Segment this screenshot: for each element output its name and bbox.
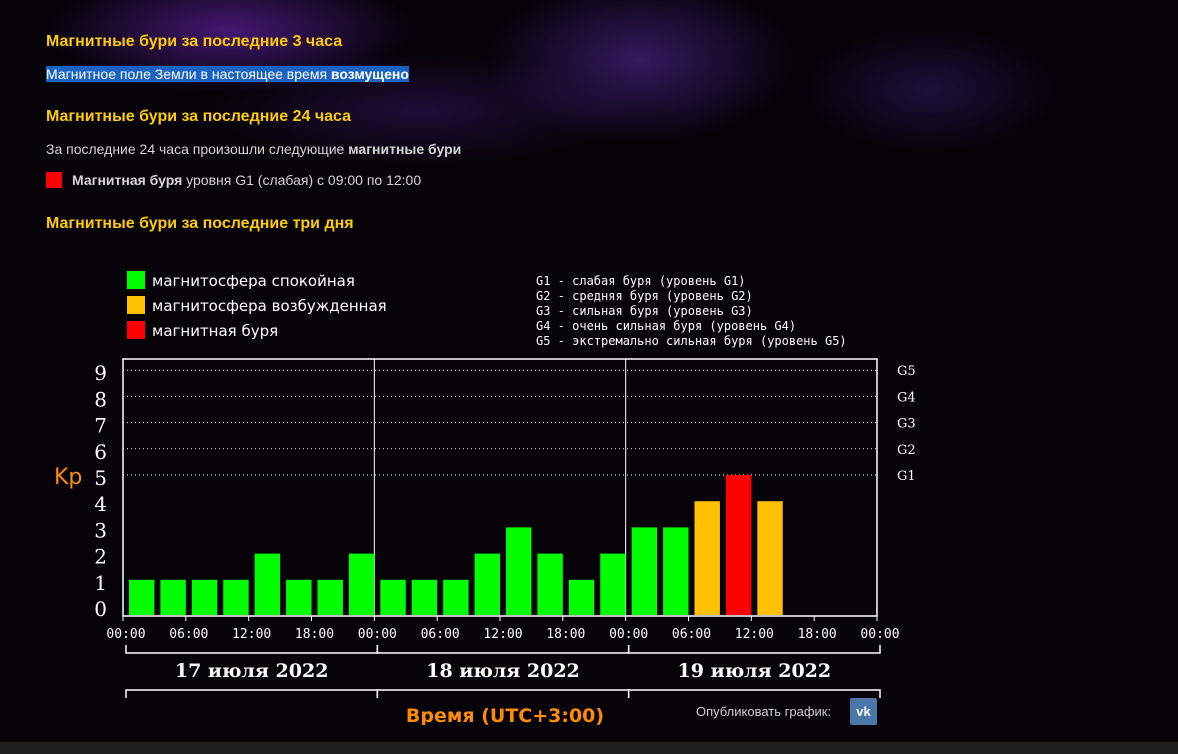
y-tick-label: 9 (94, 361, 107, 385)
kp-bar (223, 579, 249, 615)
last-24h-title: Магнитные бури за последние 24 часа (46, 108, 351, 125)
kp-chart: магнитосфера спокойная магнитосфера возбу… (54, 271, 916, 725)
y-tick-label: 6 (94, 440, 107, 464)
storm-event-bold: Магнитная буря (72, 172, 183, 188)
storm-event-text: уровня G1 (слабая) с 09:00 по 12:00 (182, 172, 422, 188)
y-tick-label: 5 (94, 466, 107, 490)
g-legend-label: G5 - экстремально сильная буря (уровень … (536, 334, 847, 348)
g-level-label: G3 (897, 417, 916, 432)
x-tick-label: 00:00 (860, 627, 899, 642)
kp-bar (600, 553, 626, 615)
kp-bar (348, 553, 375, 615)
g-legend-label: G2 - средняя буря (уровень G2) (536, 289, 753, 303)
x-tick-label: 12:00 (735, 627, 774, 642)
y-axis-label: Kp (54, 465, 82, 490)
kp-bar (380, 579, 406, 615)
y-tick-label: 4 (94, 492, 107, 516)
y-tick-label: 2 (94, 545, 107, 569)
kp-bar (474, 553, 500, 615)
g-legend-label: G3 - сильная буря (уровень G3) (536, 304, 753, 318)
legend-swatch (127, 296, 145, 314)
kp-bar (191, 579, 218, 615)
y-tick-label: 7 (94, 414, 107, 438)
kp-bar (757, 501, 783, 615)
legend-swatch (127, 321, 145, 339)
x-tick-label: 18:00 (798, 627, 837, 642)
publish-label: Опубликовать график: (696, 704, 832, 719)
y-tick-label: 1 (94, 571, 107, 595)
kp-bar (443, 579, 469, 615)
x-tick-label: 06:00 (672, 627, 711, 642)
x-tick-label: 12:00 (232, 627, 271, 642)
g-legend-label: G4 - очень сильная буря (уровень G4) (536, 319, 796, 333)
day-label: 19 июля 2022 (678, 660, 832, 682)
kp-bar (663, 527, 689, 615)
g-level-label: G2 (897, 443, 916, 458)
kp-bar (568, 579, 595, 615)
day-bracket (376, 645, 630, 654)
g-level-label: G5 (897, 364, 916, 379)
last-24h-intro: За последние 24 часа произошли следующие… (46, 141, 462, 157)
kp-bar (694, 501, 720, 615)
legend-label: магнитосфера возбужденная (152, 297, 387, 315)
x-tick-label: 06:00 (169, 627, 208, 642)
bottom-bar (0, 742, 1178, 754)
legend-label: магнитная буря (152, 322, 278, 340)
kp-bar (506, 527, 532, 615)
g-legend-label: G1 - слабая буря (уровень G1) (536, 274, 746, 288)
x-tick-label: 06:00 (421, 627, 460, 642)
last-3d-title: Магнитные бури за последние три дня (46, 215, 354, 232)
storm-marker-icon (46, 172, 62, 188)
field-status-line: Магнитное поле Земли в настоящее время в… (46, 66, 409, 82)
day-bracket (627, 689, 881, 698)
kp-bar (129, 579, 155, 615)
field-status-text: Магнитное поле Земли в настоящее время в… (46, 66, 409, 82)
day-label: 17 июля 2022 (175, 660, 329, 682)
x-axis-label: Время (UTC+3:00) (406, 705, 604, 725)
kp-bar (160, 579, 186, 615)
kp-bar (286, 579, 312, 615)
kp-bar (411, 579, 438, 615)
kp-bar (317, 579, 343, 615)
y-tick-label: 3 (94, 518, 107, 542)
x-tick-label: 12:00 (483, 627, 522, 642)
legend-swatch (127, 271, 145, 289)
legend-label: магнитосфера спокойная (152, 272, 355, 290)
x-tick-label: 18:00 (295, 627, 334, 642)
day-bracket (125, 645, 379, 654)
day-label: 18 июля 2022 (426, 660, 580, 682)
kp-bar (631, 527, 658, 615)
x-tick-label: 18:00 (546, 627, 585, 642)
storm-event-item: Магнитная буря уровня G1 (слабая) с 09:0… (46, 172, 421, 188)
g-level-label: G1 (897, 469, 916, 484)
kp-bar (537, 553, 563, 615)
vk-share-icon[interactable]: vk (850, 698, 877, 725)
day-bracket (627, 645, 881, 654)
field-status-value: возмущено (330, 66, 409, 82)
day-bracket (125, 689, 379, 698)
y-tick-label: 8 (94, 387, 107, 411)
y-tick-label: 0 (94, 597, 107, 621)
g-level-label: G4 (897, 390, 916, 405)
x-tick-label: 00:00 (106, 627, 145, 642)
kp-bar (254, 553, 281, 615)
kp-bar (725, 475, 752, 615)
day-bracket (376, 689, 630, 698)
x-tick-label: 00:00 (358, 627, 397, 642)
last-3h-title: Магнитные бури за последние 3 часа (46, 33, 343, 50)
x-tick-label: 00:00 (609, 627, 648, 642)
